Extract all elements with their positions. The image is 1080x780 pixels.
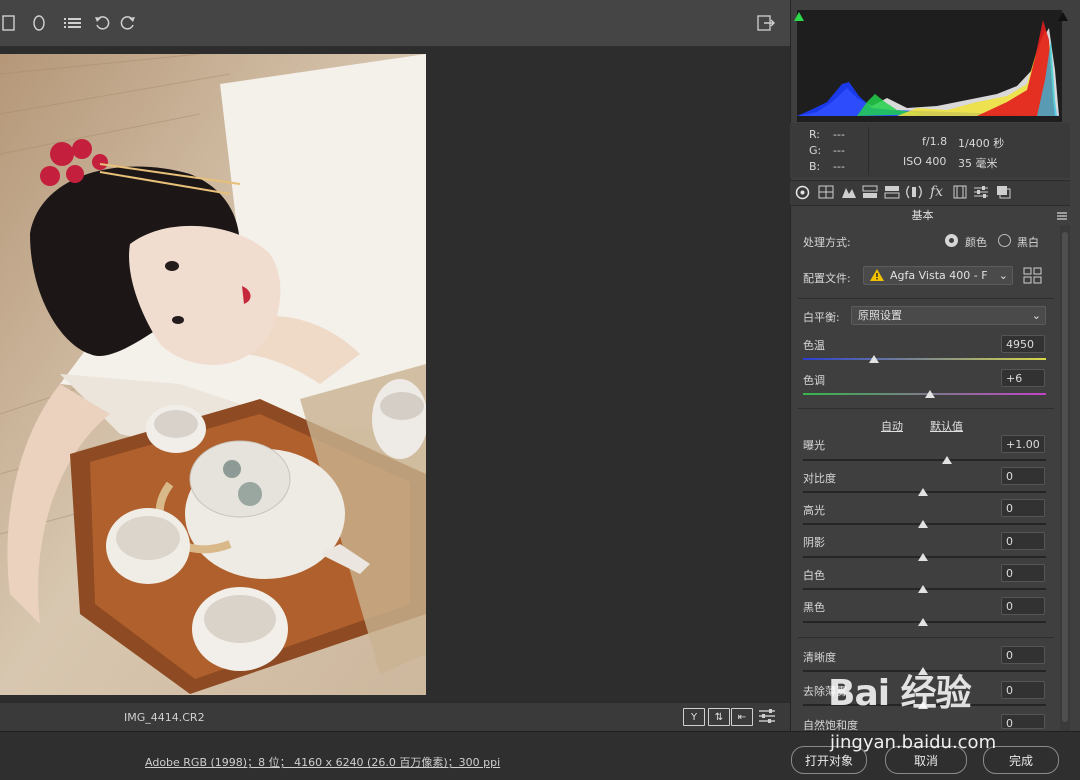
profile-browser-icon[interactable] bbox=[1023, 267, 1043, 284]
b-label: B: bbox=[809, 160, 821, 173]
clarity-input[interactable]: 0 bbox=[1001, 646, 1045, 664]
profile-label: 配置文件: bbox=[803, 272, 851, 285]
highlights-input[interactable]: 0 bbox=[1001, 499, 1045, 517]
blacks-label: 黑色 bbox=[803, 601, 825, 614]
preview-settings-icon[interactable] bbox=[758, 707, 776, 725]
vibrance-label: 自然饱和度 bbox=[803, 719, 858, 732]
temperature-input[interactable]: 4950 bbox=[1001, 335, 1045, 353]
rotate-right-icon[interactable] bbox=[119, 14, 137, 32]
baidu-watermark-url: jingyan.baidu.com bbox=[830, 732, 997, 753]
temperature-label: 色温 bbox=[803, 339, 825, 352]
presets-tab-icon[interactable] bbox=[972, 184, 989, 200]
bw-option-label: 黑白 bbox=[1017, 236, 1039, 249]
panel-scrollbar-thumb[interactable] bbox=[1062, 232, 1068, 722]
exposure-slider-thumb[interactable] bbox=[942, 456, 952, 464]
lens-tab-icon[interactable] bbox=[905, 184, 922, 200]
shadows-label: 阴影 bbox=[803, 536, 825, 549]
warning-icon bbox=[869, 268, 885, 282]
top-toolbar bbox=[0, 0, 790, 47]
white-balance-label: 白平衡: bbox=[803, 311, 840, 324]
separator bbox=[798, 637, 1054, 638]
exposure-slider-track[interactable] bbox=[803, 459, 1046, 461]
iso-value: ISO 400 bbox=[903, 155, 947, 168]
detail-tab-icon[interactable] bbox=[840, 184, 857, 200]
tone-curve-tab-icon[interactable] bbox=[817, 184, 834, 200]
info-divider bbox=[868, 127, 869, 175]
color-option-label: 颜色 bbox=[965, 236, 987, 249]
profile-dropdown[interactable]: Agfa Vista 400 - F ⌄ bbox=[863, 266, 1013, 285]
tint-slider-thumb[interactable] bbox=[925, 390, 935, 398]
temperature-slider-track[interactable] bbox=[803, 358, 1046, 360]
list-icon[interactable] bbox=[64, 14, 82, 32]
shadows-input[interactable]: 0 bbox=[1001, 532, 1045, 550]
basic-tab-icon[interactable] bbox=[794, 184, 811, 200]
tint-input[interactable]: +6 bbox=[1001, 369, 1045, 387]
color-radio[interactable] bbox=[945, 234, 958, 247]
r-label: R: bbox=[809, 128, 821, 141]
separator bbox=[798, 298, 1054, 299]
focal-length-value: 35 毫米 bbox=[958, 157, 998, 170]
contrast-slider-thumb[interactable] bbox=[918, 488, 928, 496]
shadow-clipping-icon[interactable] bbox=[792, 10, 806, 22]
contrast-input[interactable]: 0 bbox=[1001, 467, 1045, 485]
separator bbox=[798, 408, 1054, 409]
b-value: --- bbox=[833, 160, 845, 173]
calibration-tab-icon[interactable] bbox=[951, 184, 968, 200]
histogram bbox=[797, 10, 1062, 122]
temperature-slider-thumb[interactable] bbox=[869, 355, 879, 363]
ellipse-icon[interactable] bbox=[30, 14, 48, 32]
baidu-watermark-brand: Bai 经验 bbox=[828, 673, 972, 714]
auto-link[interactable]: 自动 bbox=[881, 418, 903, 434]
white-balance-dropdown[interactable]: 原照设置 ⌄ bbox=[851, 306, 1046, 325]
effects-tab-icon[interactable]: fx bbox=[928, 184, 945, 200]
default-link[interactable]: 默认值 bbox=[930, 418, 963, 434]
dehaze-input[interactable]: 0 bbox=[1001, 681, 1045, 699]
snapshots-tab-icon[interactable] bbox=[995, 184, 1012, 200]
export-icon[interactable] bbox=[757, 14, 775, 32]
workflow-options-link[interactable]: Adobe RGB (1998)；8 位； 4160 x 6240 (26.0 … bbox=[145, 754, 500, 770]
camera-info bbox=[790, 123, 1070, 178]
shutter-value: 1/400 秒 bbox=[958, 137, 1005, 150]
rect-icon[interactable] bbox=[0, 14, 18, 32]
exposure-label: 曝光 bbox=[803, 439, 825, 452]
exposure-input[interactable]: +1.00 bbox=[1001, 435, 1045, 453]
white-balance-value: 原照设置 bbox=[858, 309, 902, 322]
before-after-y-icon[interactable]: Y bbox=[683, 708, 705, 726]
hsl-tab-icon[interactable] bbox=[861, 184, 878, 200]
split-toning-tab-icon[interactable] bbox=[883, 184, 900, 200]
blacks-input[interactable]: 0 bbox=[1001, 597, 1045, 615]
profile-dropdown-value: Agfa Vista 400 - F bbox=[890, 269, 988, 282]
bw-radio[interactable] bbox=[998, 234, 1011, 247]
swap-settings-icon[interactable]: ⇅ bbox=[708, 708, 730, 726]
treatment-label: 处理方式: bbox=[803, 236, 851, 249]
copy-settings-icon[interactable]: ⇤ bbox=[731, 708, 753, 726]
rotate-left-icon[interactable] bbox=[93, 14, 111, 32]
filename-label: IMG_4414.CR2 bbox=[124, 711, 205, 724]
whites-slider-thumb[interactable] bbox=[918, 585, 928, 593]
aperture-value: f/1.8 bbox=[922, 135, 948, 148]
chevron-down-icon: ⌄ bbox=[998, 269, 1008, 282]
contrast-label: 对比度 bbox=[803, 472, 836, 485]
vibrance-input[interactable]: 0 bbox=[1001, 714, 1045, 730]
photo-preview[interactable] bbox=[0, 54, 426, 695]
shadows-slider-thumb[interactable] bbox=[918, 553, 928, 561]
clarity-label: 清晰度 bbox=[803, 651, 836, 664]
tint-label: 色调 bbox=[803, 374, 825, 387]
highlight-clipping-icon[interactable] bbox=[1056, 10, 1070, 22]
whites-label: 白色 bbox=[803, 569, 825, 582]
blacks-slider-thumb[interactable] bbox=[918, 618, 928, 626]
g-label: G: bbox=[809, 144, 822, 157]
panel-menu-icon[interactable] bbox=[1056, 210, 1068, 220]
r-value: --- bbox=[833, 128, 845, 141]
g-value: --- bbox=[833, 144, 845, 157]
chevron-down-icon: ⌄ bbox=[1031, 309, 1041, 322]
whites-input[interactable]: 0 bbox=[1001, 564, 1045, 582]
highlights-label: 高光 bbox=[803, 504, 825, 517]
highlights-slider-thumb[interactable] bbox=[918, 520, 928, 528]
panel-title: 基本 bbox=[911, 209, 934, 222]
preview-status-bar bbox=[0, 702, 790, 731]
